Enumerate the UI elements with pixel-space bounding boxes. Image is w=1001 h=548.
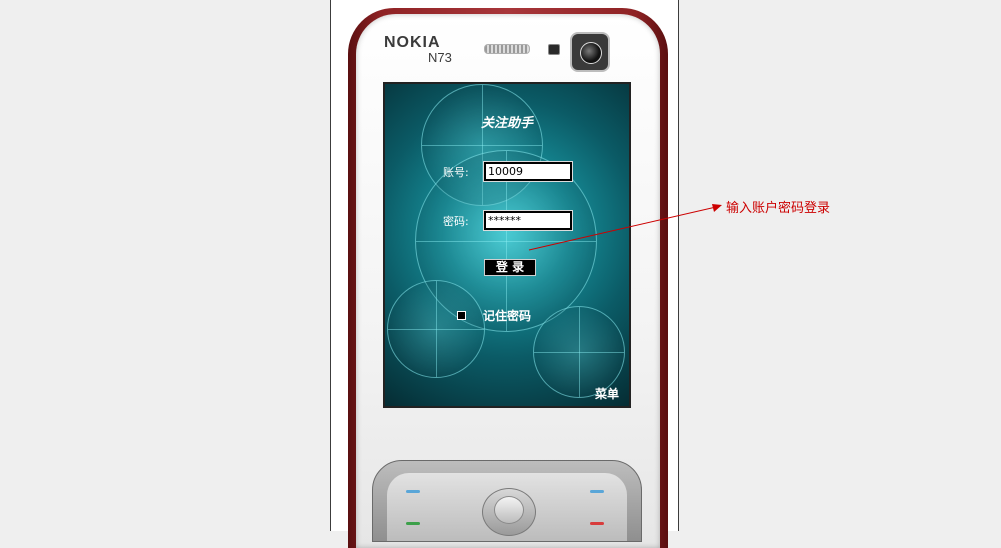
annotation-line [528, 206, 717, 251]
annotation-arrowhead [712, 204, 722, 212]
annotation-label: 输入账户密码登录 [726, 201, 831, 216]
annotation-arrow [528, 204, 722, 251]
